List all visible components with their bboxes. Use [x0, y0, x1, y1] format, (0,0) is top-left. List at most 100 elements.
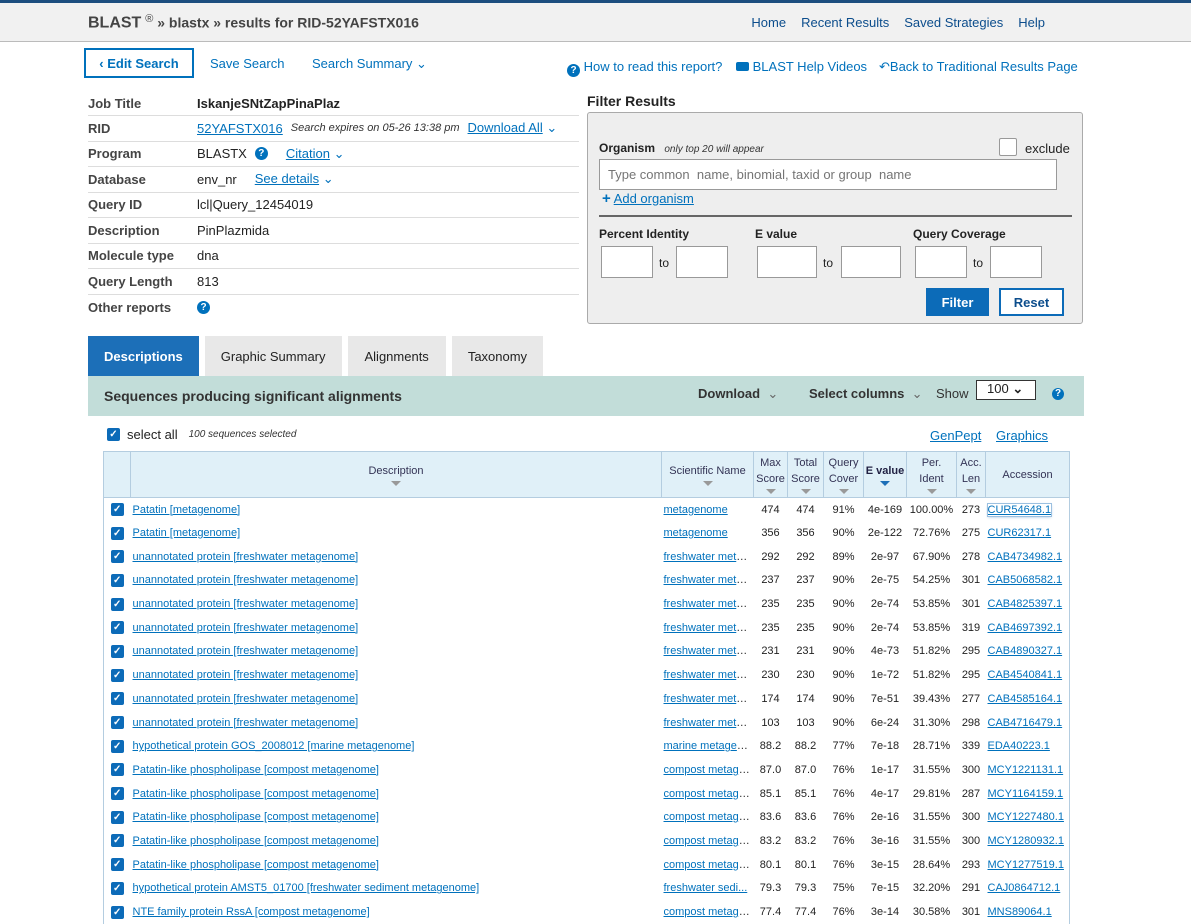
accession-link[interactable]: CAB4697392.1	[988, 622, 1063, 634]
accession-link[interactable]: CAB4734982.1	[988, 551, 1063, 563]
download-dropdown[interactable]: Download ⌄	[698, 386, 778, 402]
help-icon[interactable]: ?	[197, 300, 210, 314]
tab-taxonomy[interactable]: Taxonomy	[451, 336, 544, 376]
row-checkbox[interactable]: ✓	[110, 644, 124, 658]
tab-alignments[interactable]: Alignments	[347, 336, 446, 376]
evalue-to[interactable]	[841, 246, 901, 278]
scientific-name-link[interactable]: freshwater meta...	[664, 622, 752, 634]
search-summary-dropdown[interactable]: Search Summary ⌄	[312, 56, 427, 72]
col-per-ident[interactable]: Per. Ident	[906, 451, 957, 498]
description-link[interactable]: Patatin-like phospholipase [compost meta…	[133, 811, 379, 823]
description-link[interactable]: unannotated protein [freshwater metageno…	[133, 693, 359, 705]
row-checkbox[interactable]: ✓	[110, 881, 124, 895]
scientific-name-link[interactable]: freshwater meta...	[664, 551, 752, 563]
row-checkbox[interactable]: ✓	[110, 597, 124, 611]
row-checkbox[interactable]: ✓	[110, 905, 124, 919]
description-link[interactable]: hypothetical protein GOS_2008012 [marine…	[133, 740, 415, 752]
row-checkbox[interactable]: ✓	[110, 692, 124, 706]
percent-identity-to[interactable]	[676, 246, 728, 278]
scientific-name-link[interactable]: metagenome	[664, 527, 728, 539]
accession-link[interactable]: MCY1221131.1	[988, 764, 1064, 776]
col-accession[interactable]: Accession	[985, 451, 1070, 498]
accession-link[interactable]: CAB5068582.1	[988, 574, 1063, 586]
col-query-cover[interactable]: Query Cover	[823, 451, 864, 498]
evalue-from[interactable]	[757, 246, 817, 278]
download-all-dropdown[interactable]: Download All ⌄	[468, 120, 558, 136]
accession-link[interactable]: CAB4585164.1	[988, 693, 1063, 705]
tab-graphic-summary[interactable]: Graphic Summary	[204, 336, 342, 376]
description-link[interactable]: NTE family protein RssA [compost metagen…	[133, 906, 370, 918]
description-link[interactable]: unannotated protein [freshwater metageno…	[133, 669, 359, 681]
accession-link[interactable]: CAB4540841.1	[988, 669, 1063, 681]
accession-link[interactable]: MCY1280932.1	[988, 835, 1064, 847]
scientific-name-link[interactable]: freshwater meta...	[664, 717, 752, 729]
row-checkbox[interactable]: ✓	[110, 834, 124, 848]
nav-recent-results[interactable]: Recent Results	[801, 15, 889, 30]
scientific-name-link[interactable]: freshwater meta...	[664, 693, 752, 705]
description-link[interactable]: unannotated protein [freshwater metageno…	[133, 551, 359, 563]
scientific-name-link[interactable]: metagenome	[664, 504, 728, 516]
blast-logo[interactable]: BLAST	[88, 15, 141, 32]
col-total-score[interactable]: Total Score	[787, 451, 824, 498]
query-coverage-from[interactable]	[915, 246, 967, 278]
how-to-read-link[interactable]: ? How to read this report?	[567, 59, 722, 77]
scientific-name-link[interactable]: freshwater sedi...	[664, 882, 748, 894]
help-icon[interactable]: ?	[1052, 388, 1064, 400]
scientific-name-link[interactable]: freshwater meta...	[664, 574, 752, 586]
row-checkbox[interactable]: ✓	[110, 810, 124, 824]
scientific-name-link[interactable]: compost metage...	[664, 906, 754, 918]
description-link[interactable]: unannotated protein [freshwater metageno…	[133, 717, 359, 729]
accession-link[interactable]: CAB4890327.1	[988, 645, 1063, 657]
nav-saved-strategies[interactable]: Saved Strategies	[904, 15, 1003, 30]
edit-search-button[interactable]: ‹ Edit Search	[84, 48, 194, 78]
col-scientific-name[interactable]: Scientific Name	[661, 451, 754, 498]
description-link[interactable]: unannotated protein [freshwater metageno…	[133, 574, 359, 586]
help-icon[interactable]: ?	[254, 147, 268, 161]
select-all-checkbox[interactable]: ✓	[107, 428, 120, 441]
accession-link[interactable]: CAJ0864712.1	[988, 882, 1061, 894]
description-link[interactable]: unannotated protein [freshwater metageno…	[133, 598, 359, 610]
percent-identity-from[interactable]	[601, 246, 653, 278]
description-link[interactable]: Patatin-like phospholipase [compost meta…	[133, 788, 379, 800]
see-details-dropdown[interactable]: See details ⌄	[255, 171, 334, 187]
scientific-name-link[interactable]: compost metage...	[664, 859, 754, 871]
scientific-name-link[interactable]: freshwater meta...	[664, 645, 752, 657]
scientific-name-link[interactable]: marine metagen...	[664, 740, 753, 752]
select-columns-dropdown[interactable]: Select columns ⌄	[809, 386, 923, 402]
row-checkbox[interactable]: ✓	[110, 739, 124, 753]
col-evalue[interactable]: E value	[863, 451, 907, 498]
accession-link[interactable]: EDA40223.1	[988, 740, 1050, 752]
row-checkbox[interactable]: ✓	[110, 526, 124, 540]
genpept-link[interactable]: GenPept	[930, 428, 981, 443]
description-link[interactable]: Patatin-like phospholipase [compost meta…	[133, 835, 379, 847]
row-checkbox[interactable]: ✓	[110, 573, 124, 587]
row-checkbox[interactable]: ✓	[110, 503, 124, 517]
row-checkbox[interactable]: ✓	[110, 550, 124, 564]
accession-link[interactable]: CUR62317.1	[988, 527, 1052, 539]
row-checkbox[interactable]: ✓	[110, 668, 124, 682]
citation-dropdown[interactable]: Citation ⌄	[286, 146, 345, 162]
accession-link[interactable]: MCY1277519.1	[988, 859, 1064, 871]
tab-descriptions[interactable]: Descriptions	[88, 336, 199, 376]
row-checkbox[interactable]: ✓	[110, 763, 124, 777]
description-link[interactable]: Patatin [metagenome]	[133, 504, 241, 516]
select-all-label[interactable]: select all	[127, 427, 178, 442]
accession-link[interactable]: CAB4825397.1	[988, 598, 1063, 610]
accession-link[interactable]: CAB4716479.1	[988, 717, 1063, 729]
col-acc-len[interactable]: Acc. Len	[956, 451, 986, 498]
scientific-name-link[interactable]: compost metage...	[664, 788, 754, 800]
rid-link[interactable]: 52YAFSTX016	[197, 121, 283, 136]
description-link[interactable]: Patatin-like phospholipase [compost meta…	[133, 764, 379, 776]
description-link[interactable]: unannotated protein [freshwater metageno…	[133, 645, 359, 657]
nav-home[interactable]: Home	[751, 15, 786, 30]
nav-help[interactable]: Help	[1018, 15, 1045, 30]
query-coverage-to[interactable]	[990, 246, 1042, 278]
scientific-name-link[interactable]: freshwater meta...	[664, 598, 752, 610]
col-max-score[interactable]: Max Score	[753, 451, 788, 498]
traditional-results-link[interactable]: ↶Back to Traditional Results Page	[879, 59, 1078, 75]
help-videos-link[interactable]: BLAST Help Videos	[736, 59, 867, 74]
description-link[interactable]: hypothetical protein AMST5_01700 [freshw…	[133, 882, 480, 894]
row-checkbox[interactable]: ✓	[110, 716, 124, 730]
description-link[interactable]: unannotated protein [freshwater metageno…	[133, 622, 359, 634]
scientific-name-link[interactable]: compost metage...	[664, 835, 754, 847]
